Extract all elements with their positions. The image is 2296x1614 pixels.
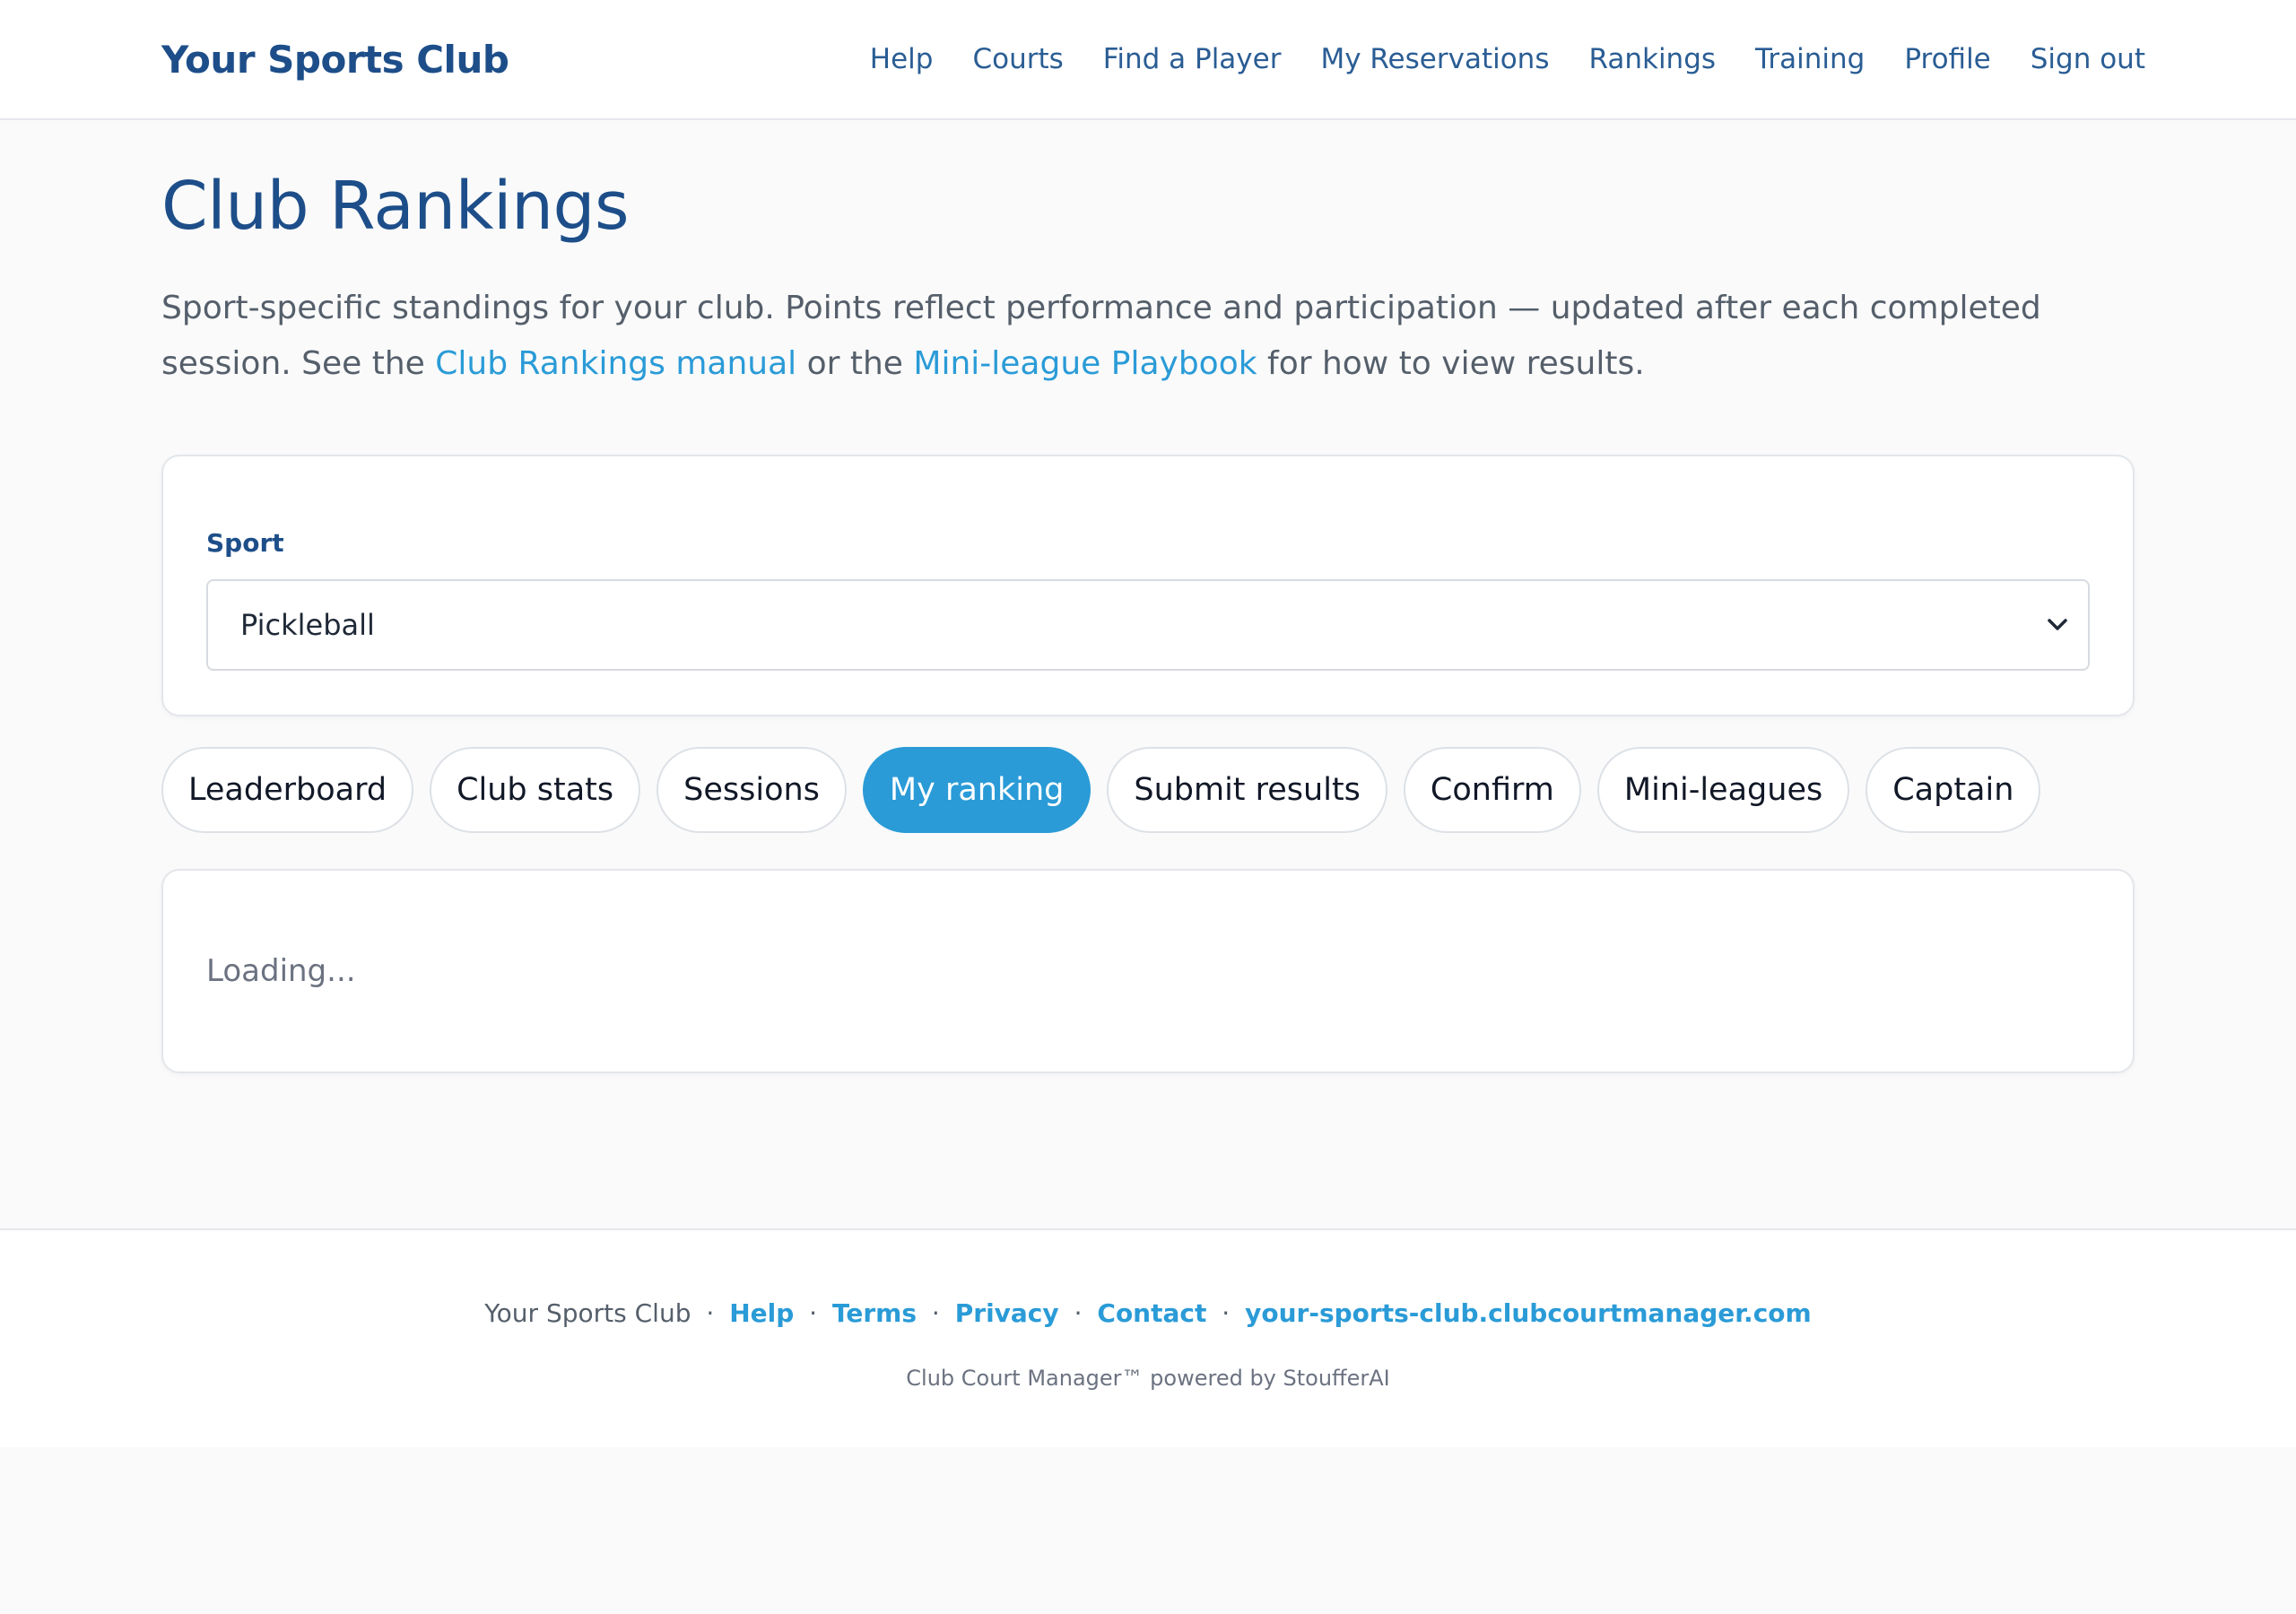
nav-training[interactable]: Training — [1755, 43, 1865, 75]
footer-privacy-link[interactable]: Privacy — [955, 1298, 1059, 1328]
club-rankings-manual-link[interactable]: Club Rankings manual — [435, 345, 796, 382]
sport-select[interactable]: Pickleball — [206, 578, 2090, 671]
brand-logo[interactable]: Your Sports Club — [161, 38, 509, 82]
nav-my-reservations[interactable]: My Reservations — [1320, 43, 1549, 75]
nav-sign-out[interactable]: Sign out — [2031, 43, 2145, 75]
tab-captain[interactable]: Captain — [1866, 746, 2041, 833]
footer-separator: · — [809, 1298, 818, 1328]
tab-sessions[interactable]: Sessions — [657, 746, 847, 833]
tab-leaderboard[interactable]: Leaderboard — [161, 746, 414, 833]
main-content: Club Rankings Sport-specific standings f… — [0, 167, 2296, 1073]
footer-help-link[interactable]: Help — [729, 1298, 794, 1328]
nav-rankings[interactable]: Rankings — [1588, 43, 1716, 75]
footer-separator: · — [706, 1298, 715, 1328]
footer-terms-link[interactable]: Terms — [832, 1298, 917, 1328]
footer-separator: · — [1222, 1298, 1231, 1328]
footer-separator: · — [931, 1298, 940, 1328]
nav-help[interactable]: Help — [870, 43, 934, 75]
main-nav: Help Courts Find a Player My Reservation… — [870, 43, 2145, 75]
footer-contact-link[interactable]: Contact — [1097, 1298, 1206, 1328]
nav-courts[interactable]: Courts — [972, 43, 1063, 75]
site-header: Your Sports Club Help Courts Find a Play… — [0, 0, 2296, 120]
intro-text-part: or the — [796, 344, 914, 382]
footer-club-name: Your Sports Club — [484, 1298, 691, 1328]
tab-content-panel: Loading... — [161, 868, 2135, 1073]
nav-profile[interactable]: Profile — [1904, 43, 1990, 75]
footer-separator: · — [1074, 1298, 1083, 1328]
nav-find-a-player[interactable]: Find a Player — [1103, 43, 1282, 75]
site-footer: Your Sports Club · Help · Terms · Privac… — [0, 1228, 2296, 1447]
tab-confirm[interactable]: Confirm — [1403, 746, 1581, 833]
rankings-tabs: Leaderboard Club stats Sessions My ranki… — [161, 746, 2135, 833]
tab-submit-results[interactable]: Submit results — [1107, 746, 1387, 833]
sport-filter-card: Sport Pickleball — [161, 454, 2135, 716]
page-title: Club Rankings — [161, 168, 630, 245]
loading-text: Loading... — [206, 952, 356, 989]
tab-my-ranking[interactable]: My ranking — [862, 746, 1091, 833]
intro-text-part: for how to view results. — [1257, 344, 1645, 382]
footer-links: Your Sports Club · Help · Terms · Privac… — [0, 1298, 2296, 1328]
powered-by-text: Club Court Manager™ powered by StoufferA… — [906, 1366, 1390, 1391]
sport-label: Sport — [206, 527, 284, 558]
mini-league-playbook-link[interactable]: Mini-league Playbook — [913, 345, 1257, 382]
intro-text: Sport-specific standings for your club. … — [161, 281, 2152, 392]
footer-site-url-link[interactable]: your-sports-club.clubcourtmanager.com — [1245, 1298, 1812, 1328]
sport-select-value: Pickleball — [240, 607, 375, 642]
tab-club-stats[interactable]: Club stats — [430, 746, 641, 833]
chevron-down-icon — [2045, 612, 2070, 638]
tab-mini-leagues[interactable]: Mini-leagues — [1596, 746, 1850, 833]
